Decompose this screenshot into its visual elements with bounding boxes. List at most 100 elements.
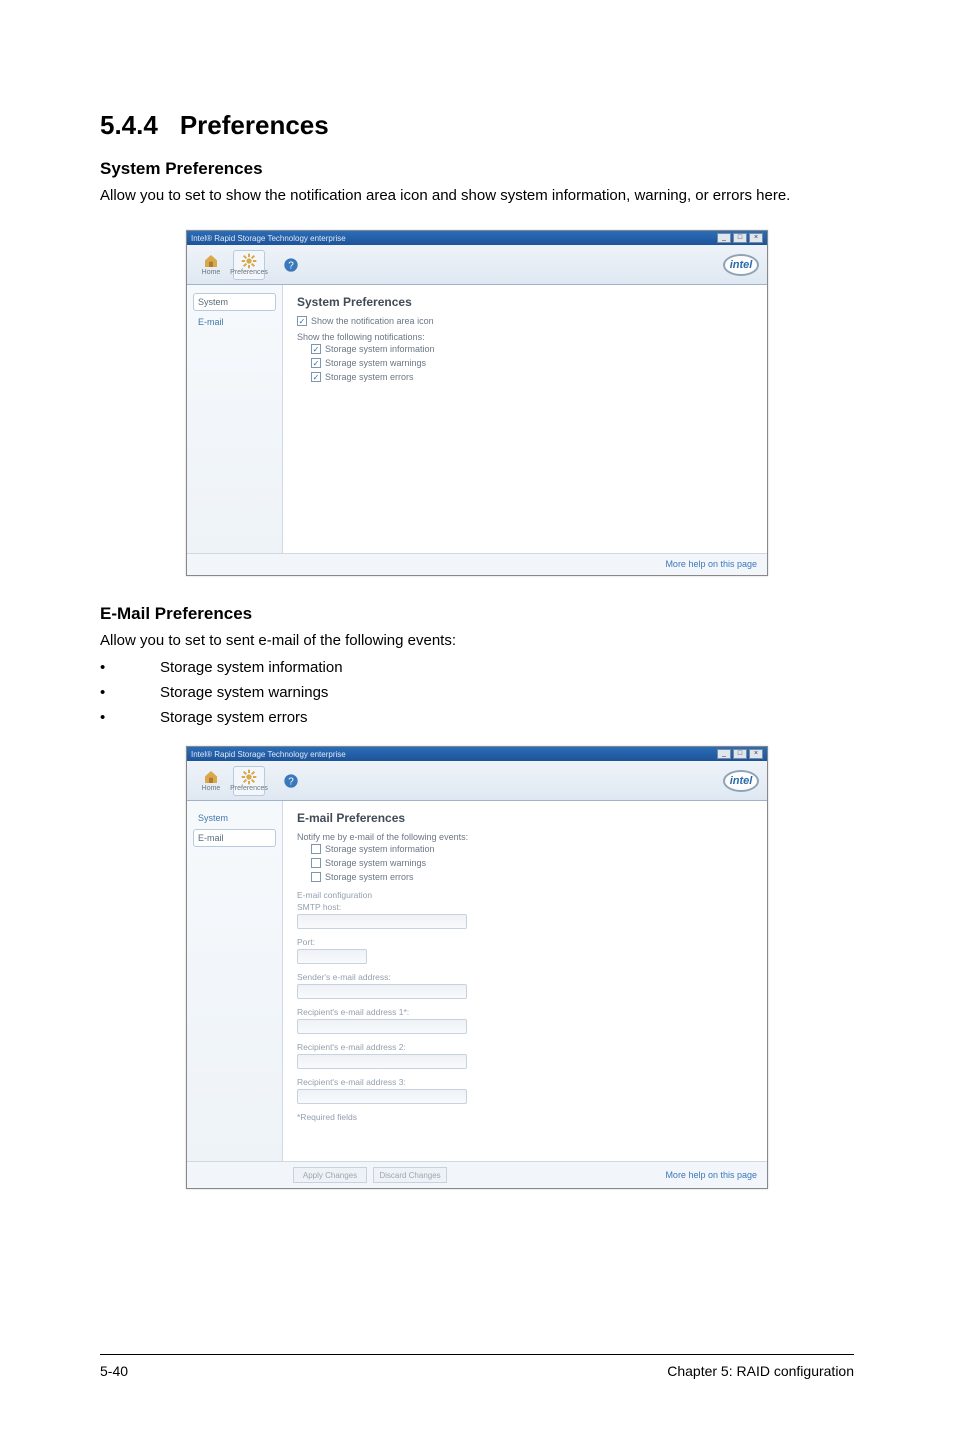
figure-email-preferences: Intel® Rapid Storage Technology enterpri…: [100, 744, 854, 1217]
label-smtp: SMTP host:: [297, 902, 753, 912]
gear-icon: [240, 253, 258, 269]
checkbox-warnings[interactable]: ✓: [311, 358, 321, 368]
titlebar: Intel® Rapid Storage Technology enterpri…: [187, 747, 767, 761]
gear-icon: [240, 769, 258, 785]
checkbox-email-err[interactable]: [311, 872, 321, 882]
bullet-list: • Storage system information • Storage sys…: [100, 659, 854, 726]
group-email-config: E-mail configuration: [297, 890, 753, 900]
app-window-2: Intel® Rapid Storage Technology enterpri…: [186, 746, 768, 1189]
sidebar: System E-mail: [187, 801, 283, 1161]
help-icon: ?: [282, 773, 300, 789]
help-icon: ?: [282, 257, 300, 273]
input-rcpt1[interactable]: [297, 1019, 467, 1034]
bullet-2: Storage system warnings: [160, 684, 328, 701]
section-heading: 5.4.4 Preferences: [100, 110, 854, 141]
status-bar: Apply Changes Discard Changes More help …: [187, 1161, 767, 1188]
intel-logo: intel: [723, 770, 759, 792]
toolbar: Home Preferences ? intel: [187, 761, 767, 801]
panel-title: System Preferences: [297, 295, 753, 309]
opt-info: Storage system information: [325, 844, 435, 854]
section-title: Preferences: [180, 110, 329, 140]
input-port[interactable]: [297, 949, 367, 964]
sidebar-item-system[interactable]: System: [193, 293, 276, 311]
apply-button[interactable]: Apply Changes: [293, 1167, 367, 1183]
help-button[interactable]: ?: [275, 766, 307, 796]
bullet-dot: •: [100, 659, 116, 676]
status-bar: More help on this page: [187, 553, 767, 575]
page-footer: 5-40 Chapter 5: RAID configuration: [100, 1354, 854, 1379]
emailpref-title: E-Mail Preferences: [100, 604, 854, 624]
app-window-1: Intel® Rapid Storage Technology enterpri…: [186, 230, 768, 576]
close-button[interactable]: ×: [749, 233, 763, 243]
sidebar-item-email[interactable]: E-mail: [193, 829, 276, 847]
input-rcpt3[interactable]: [297, 1089, 467, 1104]
discard-button[interactable]: Discard Changes: [373, 1167, 447, 1183]
intel-logo-text: intel: [723, 770, 759, 792]
window-title: Intel® Rapid Storage Technology enterpri…: [191, 750, 346, 759]
intel-logo: intel: [723, 254, 759, 276]
sidebar-item-email[interactable]: E-mail: [193, 313, 276, 331]
maximize-button[interactable]: □: [733, 749, 747, 759]
syspref-desc: Allow you to set to show the notificatio…: [100, 185, 854, 206]
input-smtp[interactable]: [297, 914, 467, 929]
chapter-label: Chapter 5: RAID configuration: [667, 1363, 854, 1379]
content-panel: E-mail Preferences Notify me by e-mail o…: [283, 801, 767, 1161]
label-port: Port:: [297, 937, 753, 947]
row-info: Storage system information: [325, 344, 435, 354]
maximize-button[interactable]: □: [733, 233, 747, 243]
checkbox-show-icon[interactable]: ✓: [297, 316, 307, 326]
section-number: 5.4.4: [100, 110, 158, 140]
tab-home[interactable]: Home: [195, 766, 227, 796]
bullet-dot: •: [100, 684, 116, 701]
input-rcpt2[interactable]: [297, 1054, 467, 1069]
svg-text:?: ?: [288, 260, 294, 271]
home-icon: [202, 253, 220, 269]
label-rcpt3: Recipient's e-mail address 3:: [297, 1077, 753, 1087]
bullet-1: Storage system information: [160, 659, 343, 676]
toolbar: Home Preferences ? intel: [187, 245, 767, 285]
row-show-icon: Show the notification area icon: [311, 316, 434, 326]
opt-warn: Storage system warnings: [325, 858, 426, 868]
input-sender[interactable]: [297, 984, 467, 999]
bullet-3: Storage system errors: [160, 709, 308, 726]
notify-intro: Notify me by e-mail of the following eve…: [297, 832, 753, 842]
bullet-dot: •: [100, 709, 116, 726]
label-rcpt2: Recipient's e-mail address 2:: [297, 1042, 753, 1052]
label-rcpt1: Recipient's e-mail address 1*:: [297, 1007, 753, 1017]
sidebar-item-system[interactable]: System: [193, 809, 276, 827]
window-title: Intel® Rapid Storage Technology enterpri…: [191, 234, 346, 243]
intel-logo-text: intel: [723, 254, 759, 276]
titlebar: Intel® Rapid Storage Technology enterpri…: [187, 231, 767, 245]
checkbox-errors[interactable]: ✓: [311, 372, 321, 382]
tab-preferences[interactable]: Preferences: [233, 250, 265, 280]
sidebar: System E-mail: [187, 285, 283, 553]
content-panel: System Preferences ✓ Show the notificati…: [283, 285, 767, 553]
tab-home-label: Home: [202, 269, 221, 276]
figure-system-preferences: Intel® Rapid Storage Technology enterpri…: [100, 220, 854, 604]
close-button[interactable]: ×: [749, 749, 763, 759]
minimize-button[interactable]: _: [717, 233, 731, 243]
panel-title: E-mail Preferences: [297, 811, 753, 825]
row-errors: Storage system errors: [325, 372, 414, 382]
checkbox-email-info[interactable]: [311, 844, 321, 854]
notifications-intro: Show the following notifications:: [297, 332, 753, 342]
tab-preferences-label: Preferences: [230, 785, 268, 792]
tab-home[interactable]: Home: [195, 250, 227, 280]
minimize-button[interactable]: _: [717, 749, 731, 759]
svg-text:?: ?: [288, 776, 294, 787]
label-sender: Sender's e-mail address:: [297, 972, 753, 982]
checkbox-info[interactable]: ✓: [311, 344, 321, 354]
tab-preferences-label: Preferences: [230, 269, 268, 276]
home-icon: [202, 769, 220, 785]
required-note: *Required fields: [297, 1112, 753, 1122]
tab-preferences[interactable]: Preferences: [233, 766, 265, 796]
checkbox-email-warn[interactable]: [311, 858, 321, 868]
help-link[interactable]: More help on this page: [665, 559, 757, 569]
page-number: 5-40: [100, 1363, 128, 1379]
help-button[interactable]: ?: [275, 250, 307, 280]
emailpref-desc: Allow you to set to sent e-mail of the f…: [100, 630, 854, 651]
help-link[interactable]: More help on this page: [665, 1170, 757, 1180]
row-warnings: Storage system warnings: [325, 358, 426, 368]
opt-err: Storage system errors: [325, 872, 414, 882]
tab-home-label: Home: [202, 785, 221, 792]
